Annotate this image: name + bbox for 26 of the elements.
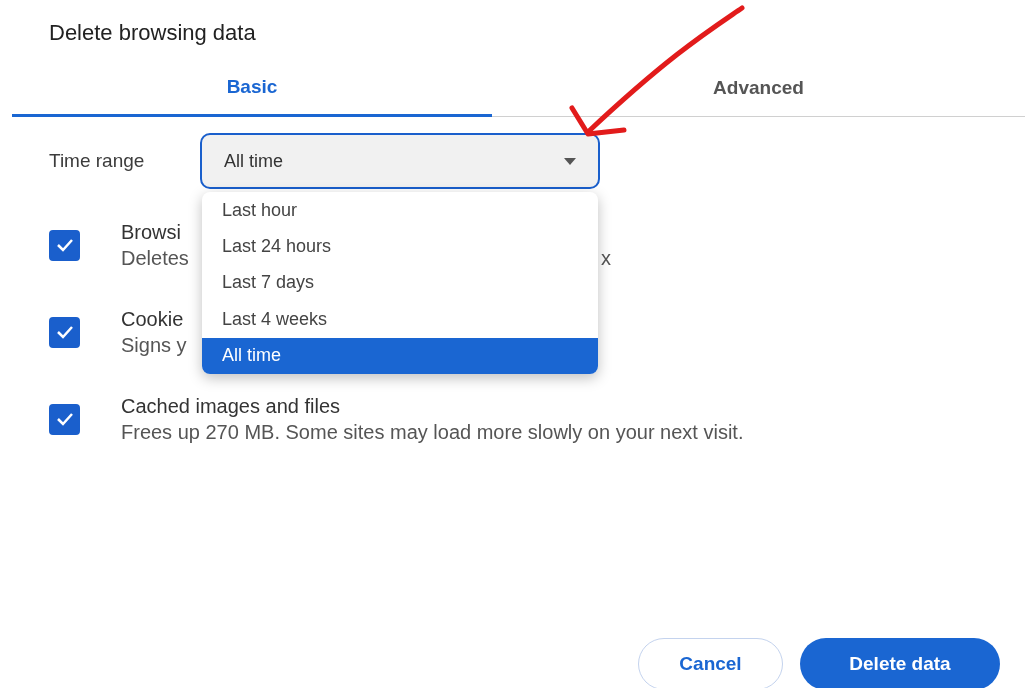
item-description: Deletes bbox=[121, 246, 189, 271]
item-description: x bbox=[601, 246, 611, 271]
time-range-label: Time range bbox=[48, 150, 146, 172]
check-icon bbox=[55, 238, 74, 252]
menu-option[interactable]: Last 4 weeks bbox=[202, 301, 598, 338]
checkbox[interactable] bbox=[49, 229, 80, 261]
delete-button[interactable]: Delete data bbox=[800, 638, 1000, 688]
item-description: Frees up 270 MB. Some sites may load more slowly on your next visit. bbox=[121, 420, 744, 445]
checkbox[interactable] bbox=[49, 403, 80, 435]
menu-option[interactable]: Last 24 hours bbox=[202, 228, 598, 265]
item-description: Signs y bbox=[121, 333, 187, 358]
check-icon bbox=[55, 412, 74, 426]
tab[interactable]: Basic bbox=[12, 60, 492, 117]
cancel-button[interactable]: Cancel bbox=[638, 638, 783, 688]
menu-option[interactable]: Last hour bbox=[202, 192, 598, 229]
item-title: Browsi bbox=[121, 220, 181, 245]
menu-option[interactable]: Last 7 days bbox=[202, 264, 598, 302]
tab[interactable]: Advanced bbox=[492, 60, 1025, 117]
item-title: Cookie bbox=[121, 307, 184, 332]
checkbox[interactable] bbox=[49, 316, 80, 348]
time-range-select[interactable]: All time bbox=[200, 133, 600, 189]
check-icon bbox=[55, 325, 74, 339]
dialog-title: Delete browsing data bbox=[48, 19, 257, 46]
menu-option[interactable]: All time bbox=[202, 337, 598, 374]
caret-icon bbox=[564, 157, 576, 165]
item-title: Cached images and files bbox=[121, 394, 340, 419]
